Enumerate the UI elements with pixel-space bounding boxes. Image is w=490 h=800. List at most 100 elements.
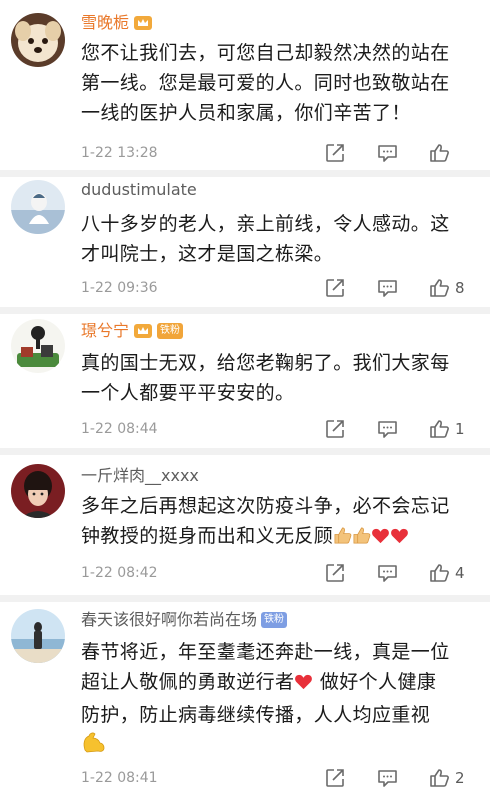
like-button[interactable]: 8	[429, 277, 481, 299]
share-button[interactable]	[325, 277, 377, 299]
share-icon	[326, 564, 344, 582]
comment-actions: 2	[325, 767, 481, 789]
share-icon	[326, 769, 344, 787]
comment-icon	[378, 565, 397, 582]
separator	[0, 170, 490, 177]
timestamp: 1-22 13:28	[81, 145, 158, 161]
username[interactable]: 雪晚栀	[81, 12, 153, 34]
thumbs-up-icon	[430, 769, 449, 787]
timestamp: 1-22 08:42	[81, 565, 158, 581]
share-button[interactable]	[325, 562, 377, 584]
separator	[0, 307, 490, 314]
comment-button[interactable]	[377, 277, 429, 299]
comment-text-line: 八十多岁的老人，亲上前线，令人感动。这	[81, 213, 450, 235]
comment-button[interactable]	[377, 562, 429, 584]
cartoon-avatar-image	[11, 319, 65, 373]
like-button[interactable]	[429, 142, 481, 164]
comment-item: 一斤烊肉__xxxx 多年之后再想起这次防疫斗争，必不会忘记 钟教授的挺身而出和…	[0, 455, 490, 595]
comment-item: 春天该很好啊你若尚在场 铁粉 春节将近，年至耋耄还奔赴一线，真是一位 超让人敬佩…	[0, 602, 490, 800]
comment-button[interactable]	[377, 767, 429, 789]
comment-text-line: 才叫院士，这才是国之栋梁。	[81, 243, 334, 265]
like-count: 4	[455, 564, 465, 582]
comment-item: dudustimulate 八十多岁的老人，亲上前线，令人感动。这 才叫院士，这…	[0, 177, 490, 307]
share-button[interactable]	[325, 767, 377, 789]
like-count: 1	[455, 420, 465, 438]
avatar[interactable]	[11, 464, 65, 518]
dog-avatar-image	[11, 13, 65, 67]
username-text[interactable]: dudustimulate	[81, 179, 197, 201]
thumbs-up-emoji	[352, 524, 371, 554]
username-text[interactable]: 春天该很好啊你若尚在场	[81, 609, 257, 631]
like-count: 2	[455, 769, 465, 787]
like-button[interactable]: 1	[429, 418, 481, 440]
avatar[interactable]	[11, 13, 65, 67]
comment-text-line: 超让人敬佩的勇敢逆行者	[81, 671, 295, 693]
comment-text: 您不让我们去，可您自己却毅然决然的站在 第一线。您是最可爱的人。同时也致敬站在 …	[81, 38, 479, 128]
comment-item: 璟兮宁 铁粉 真的国士无双，给您老鞠躬了。我们大家每 一个人都要平平安安的。 1…	[0, 314, 490, 448]
comment-text: 八十多岁的老人，亲上前线，令人感动。这 才叫院士，这才是国之栋梁。	[81, 209, 479, 269]
username[interactable]: 一斤烊肉__xxxx	[81, 465, 199, 487]
like-button[interactable]: 4	[429, 562, 481, 584]
share-button[interactable]	[325, 142, 377, 164]
comment-button[interactable]	[377, 418, 429, 440]
comment-icon	[378, 280, 397, 297]
username-text[interactable]: 雪晚栀	[81, 12, 129, 34]
timestamp: 1-22 08:44	[81, 421, 158, 437]
vip-crown-icon	[133, 14, 153, 32]
comment-icon	[378, 770, 397, 787]
avatar[interactable]	[11, 319, 65, 373]
comment-text-line: 钟教授的挺身而出和义无反顾	[81, 525, 334, 547]
comment-actions: 8	[325, 277, 481, 299]
fan-badge: 铁粉	[157, 323, 184, 339]
comment-meta: 1-22 13:28	[81, 142, 481, 164]
comment-emoji-line	[81, 730, 479, 763]
like-count: 8	[455, 279, 465, 297]
thumbs-up-icon	[430, 279, 449, 297]
comment-icon	[378, 145, 397, 162]
thumbs-up-icon	[430, 144, 449, 162]
comment-feed: 雪晚栀 您不让我们去，可您自己却毅然决然的站在 第一线。您是最可爱的人。同时也致…	[0, 0, 490, 800]
comment-text-line: 第一线。您是最可爱的人。同时也致敬站在	[81, 72, 450, 94]
fan-badge: 铁粉	[261, 612, 288, 628]
username[interactable]: 璟兮宁 铁粉	[81, 320, 184, 342]
share-icon	[326, 144, 344, 162]
comment-meta: 1-22 08:44 1	[81, 418, 481, 440]
comment-text-line: 防护，防止病毒继续传播，人人均应重视	[81, 704, 431, 726]
separator	[0, 595, 490, 602]
comment-text-line: 真的国士无双，给您老鞠躬了。我们大家每	[81, 352, 450, 374]
comment-text-line-with-emoji: 钟教授的挺身而出和义无反顾	[81, 521, 479, 554]
comment-item: 雪晚栀 您不让我们去，可您自己却毅然决然的站在 第一线。您是最可爱的人。同时也致…	[0, 0, 490, 170]
comment-text-line: 您不让我们去，可您自己却毅然决然的站在	[81, 42, 450, 64]
share-icon	[326, 420, 344, 438]
like-button[interactable]: 2	[429, 767, 481, 789]
username[interactable]: dudustimulate	[81, 179, 197, 201]
thumbs-up-icon	[430, 420, 449, 438]
portrait-avatar-image	[11, 464, 65, 518]
vip-crown-icon	[133, 322, 153, 340]
avatar[interactable]	[11, 180, 65, 234]
red-heart-emoji	[371, 524, 390, 554]
comment-text-line: 春节将近，年至耋耄还奔赴一线，真是一位	[81, 641, 450, 663]
figure-avatar-image	[11, 180, 65, 234]
comment-text: 多年之后再想起这次防疫斗争，必不会忘记 钟教授的挺身而出和义无反顾	[81, 491, 479, 554]
avatar[interactable]	[11, 609, 65, 663]
comment-text: 春节将近，年至耋耄还奔赴一线，真是一位 超让人敬佩的勇敢逆行者 做好个人健康 防…	[81, 637, 479, 763]
comment-text-line: 多年之后再想起这次防疫斗争，必不会忘记	[81, 495, 450, 517]
red-heart-emoji	[294, 670, 313, 700]
share-icon	[326, 279, 344, 297]
comment-actions: 1	[325, 418, 481, 440]
comment-meta: 1-22 08:42 4	[81, 562, 481, 584]
comment-text: 真的国士无双，给您老鞠躬了。我们大家每 一个人都要平平安安的。	[81, 348, 479, 408]
username[interactable]: 春天该很好啊你若尚在场 铁粉	[81, 609, 288, 631]
separator	[0, 448, 490, 455]
thumbs-up-icon	[430, 564, 449, 582]
comment-button[interactable]	[377, 142, 429, 164]
comment-text-line: 一个人都要平平安安的。	[81, 382, 295, 404]
share-button[interactable]	[325, 418, 377, 440]
comment-text-line: 做好个人健康	[313, 671, 437, 693]
comment-meta: 1-22 08:41 2	[81, 767, 481, 789]
username-text[interactable]: 璟兮宁	[81, 320, 129, 342]
username-text[interactable]: 一斤烊肉__xxxx	[81, 465, 199, 487]
timestamp: 1-22 09:36	[81, 280, 158, 296]
comment-actions	[325, 142, 481, 164]
